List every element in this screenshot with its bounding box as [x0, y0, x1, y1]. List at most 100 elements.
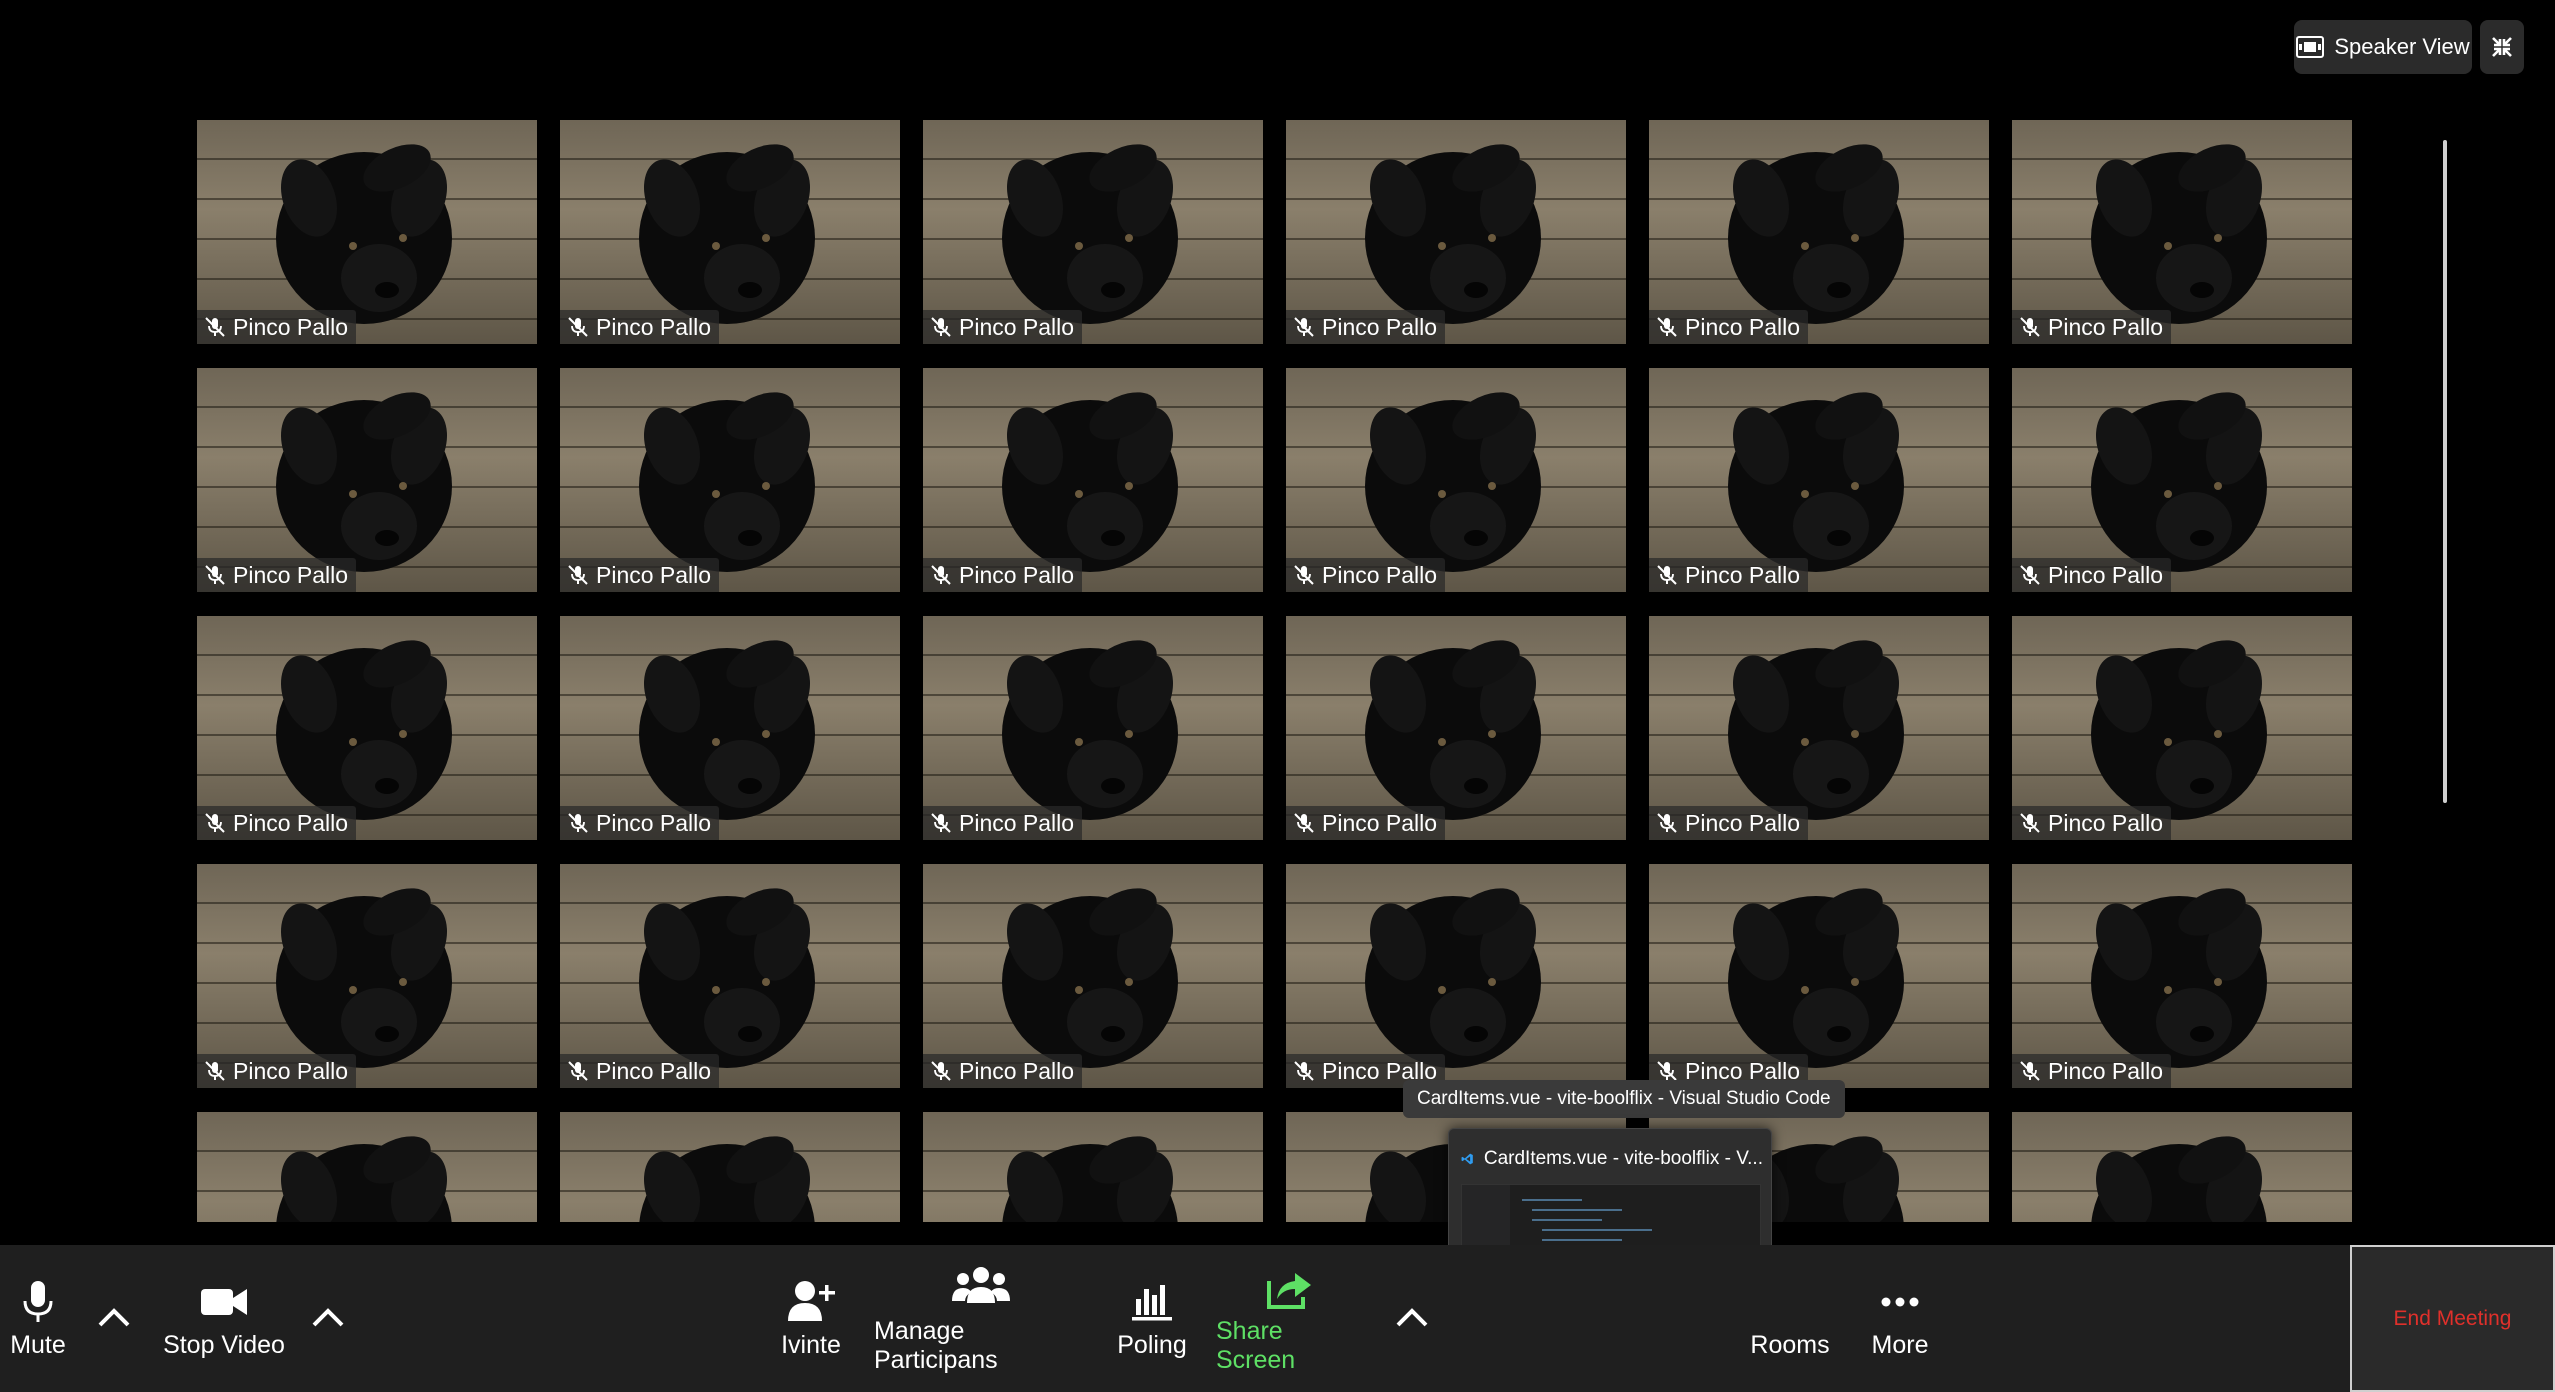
participant-name: Pinco Pallo: [233, 809, 349, 836]
share-screen-button[interactable]: Share Screen: [1216, 1245, 1362, 1392]
participants-icon: [952, 1266, 1010, 1303]
participant-name-tag: Pinco Pallo: [2012, 806, 2172, 840]
video-gallery: Pinco Pallo Pinco Pallo Pinco Pallo Pinco P…: [197, 120, 2354, 1222]
dog-photo: [276, 640, 452, 820]
dog-photo: [1728, 144, 1904, 324]
participant-tile[interactable]: Pinco Pallo: [197, 1112, 537, 1222]
participant-tile[interactable]: Pinco Pallo: [2012, 1112, 2352, 1222]
participant-name-tag: Pinco Pallo: [1286, 806, 1446, 840]
participant-name-tag: Pinco Pallo: [197, 1054, 357, 1088]
participant-tile[interactable]: Pinco Pallo: [560, 120, 900, 344]
preview-title: CardItems.vue - vite-boolflix - V...: [1483, 1148, 1763, 1169]
participant-tile[interactable]: Pinco Pallo: [560, 864, 900, 1088]
muted-mic-icon: [568, 317, 588, 337]
code-line: [1532, 1219, 1602, 1221]
participant-tile[interactable]: Pinco Pallo: [2012, 616, 2352, 840]
dog-photo: [2091, 640, 2267, 820]
breakout-rooms-button[interactable]: Rooms: [1740, 1245, 1840, 1392]
participant-tile[interactable]: Pinco Pallo: [1286, 368, 1626, 592]
participant-tile[interactable]: Pinco Pallo: [923, 368, 1263, 592]
invite-button[interactable]: Ivinte: [770, 1245, 852, 1392]
end-meeting-button[interactable]: End Meeting: [2350, 1245, 2555, 1392]
participant-tile[interactable]: Pinco Pallo: [197, 120, 537, 344]
muted-mic-icon: [568, 813, 588, 833]
code-line: [1532, 1209, 1622, 1211]
participant-tile[interactable]: Pinco Pallo: [1649, 120, 1989, 344]
participant-tile[interactable]: Pinco Pallo: [2012, 120, 2352, 344]
participant-name-tag: Pinco Pallo: [1649, 558, 1809, 592]
video-options-caret-icon[interactable]: [308, 1303, 348, 1333]
dog-photo: [1365, 144, 1541, 324]
stop-video-label: Stop Video: [163, 1331, 285, 1359]
participant-name-tag: Pinco Pallo: [923, 310, 1083, 344]
share-screen-icon: [1267, 1272, 1311, 1309]
audio-options-caret-icon[interactable]: [94, 1303, 134, 1333]
dog-photo: [1365, 640, 1541, 820]
muted-mic-icon: [2020, 1061, 2040, 1081]
add-user-icon: [788, 1281, 835, 1321]
participant-tile[interactable]: Pinco Pallo: [1286, 616, 1626, 840]
participant-tile[interactable]: Pinco Pallo: [560, 1112, 900, 1222]
polling-button[interactable]: Poling: [1112, 1245, 1192, 1392]
muted-mic-icon: [1657, 565, 1677, 585]
participant-name: Pinco Pallo: [1685, 313, 1801, 340]
participant-tile[interactable]: Pinco Pallo: [197, 368, 537, 592]
participant-name: Pinco Pallo: [1322, 561, 1438, 588]
participant-tile[interactable]: Pinco Pallo: [1286, 864, 1626, 1088]
muted-mic-icon: [205, 565, 225, 585]
muted-mic-icon: [931, 565, 951, 585]
speaker-view-button[interactable]: Speaker View: [2294, 20, 2472, 74]
muted-mic-icon: [931, 1061, 951, 1081]
participant-name-tag: Pinco Pallo: [1649, 310, 1809, 344]
participant-tile[interactable]: Pinco Pallo: [2012, 368, 2352, 592]
fullscreen-button[interactable]: [2480, 20, 2524, 74]
participant-tile[interactable]: Pinco Pallo: [1649, 616, 1989, 840]
participant-name: Pinco Pallo: [959, 809, 1075, 836]
participant-tile[interactable]: Pinco Pallo: [923, 1112, 1263, 1222]
participant-tile[interactable]: Pinco Pallo: [1649, 368, 1989, 592]
invite-label: Ivinte: [781, 1331, 841, 1359]
muted-mic-icon: [2020, 317, 2040, 337]
participant-tile[interactable]: Pinco Pallo: [1286, 120, 1626, 344]
muted-mic-icon: [205, 1061, 225, 1081]
more-button[interactable]: More: [1864, 1245, 1936, 1392]
dog-photo: [1365, 392, 1541, 572]
rooms-label: Rooms: [1750, 1331, 1830, 1359]
stop-video-button[interactable]: Stop Video: [160, 1245, 288, 1392]
participant-tile[interactable]: Pinco Pallo: [197, 616, 537, 840]
participant-name-tag: Pinco Pallo: [923, 806, 1083, 840]
dog-photo: [2091, 144, 2267, 324]
participant-tile[interactable]: Pinco Pallo: [197, 864, 537, 1088]
participant-name: Pinco Pallo: [1685, 561, 1801, 588]
participant-tile[interactable]: Pinco Pallo: [923, 616, 1263, 840]
dog-photo: [1728, 888, 1904, 1068]
share-screen-label: Share Screen: [1216, 1316, 1296, 1374]
code-line: [1542, 1229, 1652, 1231]
muted-mic-icon: [1657, 317, 1677, 337]
participant-name-tag: Pinco Pallo: [2012, 558, 2172, 592]
participant-name: Pinco Pallo: [2048, 313, 2164, 340]
participant-tile[interactable]: Pinco Pallo: [1649, 864, 1989, 1088]
mute-button[interactable]: Mute: [2, 1245, 74, 1392]
muted-mic-icon: [205, 317, 225, 337]
participant-name-tag: Pinco Pallo: [197, 558, 357, 592]
participant-name-tag: Pinco Pallo: [197, 806, 357, 840]
muted-mic-icon: [1657, 813, 1677, 833]
participant-name-tag: Pinco Pallo: [2012, 310, 2172, 344]
participant-tile[interactable]: Pinco Pallo: [923, 864, 1263, 1088]
gallery-scrollbar[interactable]: [2443, 140, 2447, 803]
participant-tile[interactable]: Pinco Pallo: [560, 368, 900, 592]
dog-photo: [276, 144, 452, 324]
participant-tile[interactable]: Pinco Pallo: [2012, 864, 2352, 1088]
more-dots-icon: [1881, 1297, 1919, 1307]
dog-photo: [2091, 392, 2267, 572]
participant-tile[interactable]: Pinco Pallo: [923, 120, 1263, 344]
manage-participants-button[interactable]: Manage Participans: [874, 1245, 1088, 1392]
participant-tile[interactable]: Pinco Pallo: [560, 616, 900, 840]
more-label: More: [1871, 1331, 1929, 1359]
share-options-caret-icon[interactable]: [1392, 1303, 1432, 1333]
participant-name: Pinco Pallo: [2048, 561, 2164, 588]
participant-name: Pinco Pallo: [233, 561, 349, 588]
dog-photo: [1728, 392, 1904, 572]
muted-mic-icon: [205, 813, 225, 833]
